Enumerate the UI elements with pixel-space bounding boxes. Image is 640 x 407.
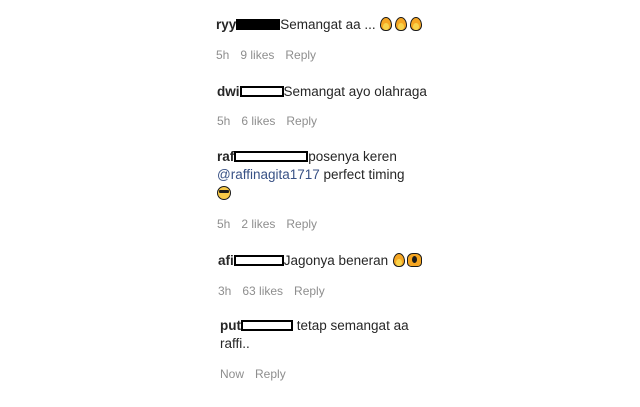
fire-icon (409, 17, 423, 31)
comment-username[interactable]: ryy (216, 17, 236, 32)
comment-username[interactable]: dwi (217, 84, 240, 99)
mention-link[interactable]: @raffinagita1717 (217, 167, 320, 182)
comment-likes[interactable]: 63 likes (242, 284, 283, 298)
raised-hands-icon (406, 253, 422, 267)
comment-meta: 5h 6 likes Reply (217, 114, 328, 128)
comment: raf posenya keren @raffinagita1717 perfec… (217, 148, 405, 203)
reply-button[interactable]: Reply (286, 217, 317, 231)
comment-meta: Now Reply (220, 367, 297, 381)
redaction-box (236, 19, 247, 30)
fire-icon (392, 253, 406, 267)
comment-meta: 5h 9 likes Reply (216, 48, 327, 62)
comment: dwi Semangat ayo olahraga (217, 83, 427, 101)
comment-likes[interactable]: 6 likes (241, 114, 275, 128)
reply-button[interactable]: Reply (286, 114, 317, 128)
comment-likes[interactable]: 2 likes (241, 217, 275, 231)
comment-meta: 5h 2 likes Reply (217, 217, 328, 231)
comment-username[interactable]: raf (217, 149, 234, 164)
comment-username[interactable]: put (220, 318, 241, 333)
comment-text: Semangat aa ... (280, 17, 376, 32)
fire-icon (379, 17, 393, 31)
redaction-box (234, 151, 309, 162)
comment-time[interactable]: 3h (218, 284, 231, 298)
comment-text-continued: raffi.. (220, 336, 250, 351)
fire-icon (394, 17, 408, 31)
comment-time[interactable]: 5h (217, 114, 230, 128)
sunglasses-icon (217, 186, 231, 200)
reply-button[interactable]: Reply (294, 284, 325, 298)
comment-text: tetap semangat aa (293, 318, 409, 333)
comment-time[interactable]: 5h (217, 217, 230, 231)
comment-text: posenya keren (308, 149, 397, 164)
comment-username[interactable]: afi (218, 253, 234, 268)
comment-text: Jagonya beneran (283, 253, 389, 268)
comment-text-continued: perfect timing (319, 167, 405, 182)
redaction-box (241, 320, 293, 331)
redaction-box (246, 19, 281, 30)
comment-time[interactable]: 5h (216, 48, 229, 62)
comment-meta: 3h 63 likes Reply (218, 284, 336, 298)
comment-text: Semangat ayo olahraga (283, 84, 427, 99)
comment: afi Jagonya beneran (218, 252, 423, 270)
comment-likes[interactable]: 9 likes (240, 48, 274, 62)
redaction-box (239, 86, 284, 97)
reply-button[interactable]: Reply (285, 48, 316, 62)
redaction-box (233, 255, 284, 266)
comment-time[interactable]: Now (220, 367, 244, 381)
comment: ryy Semangat aa ... (216, 16, 424, 34)
comment: put tetap semangat aa raffi.. (220, 317, 409, 353)
reply-button[interactable]: Reply (255, 367, 286, 381)
